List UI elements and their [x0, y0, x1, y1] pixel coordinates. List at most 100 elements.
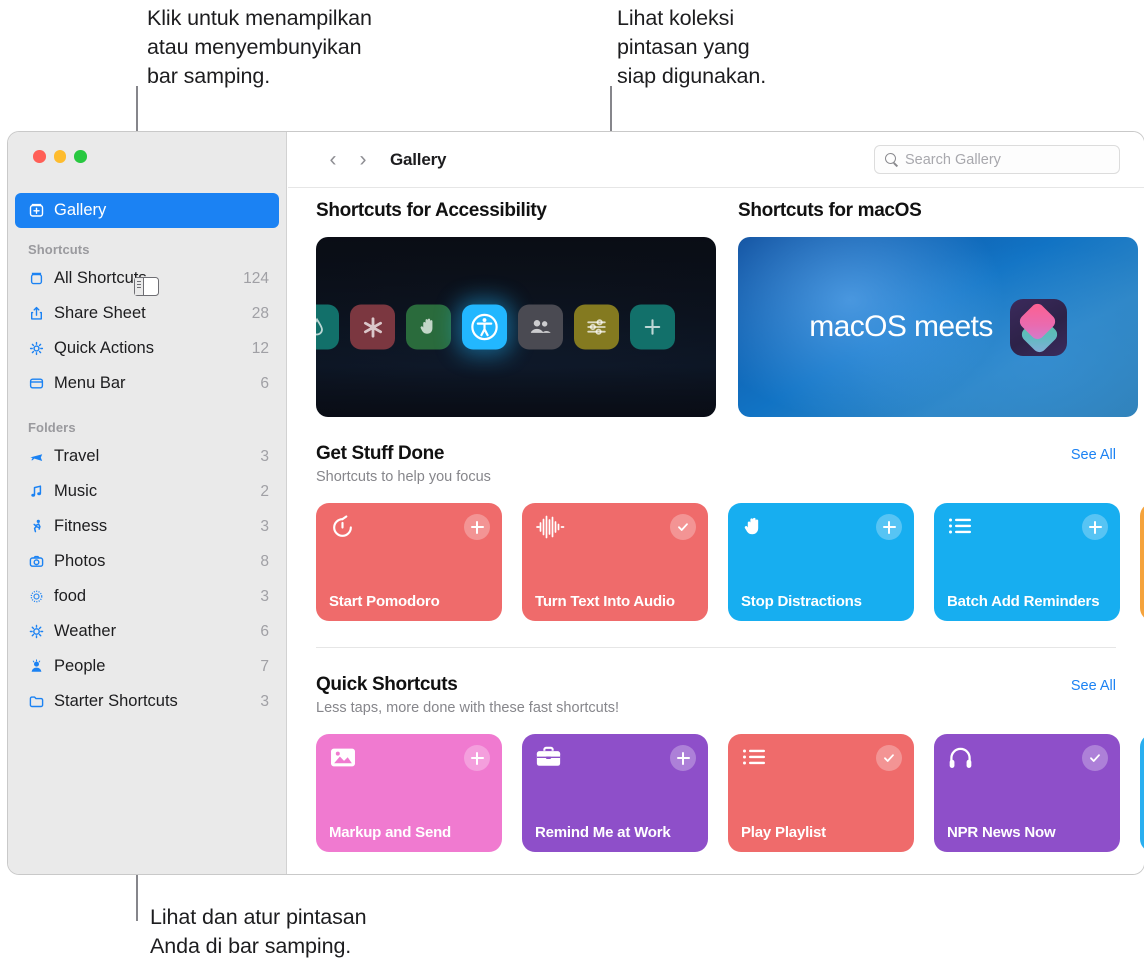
shortcut-card-partial[interactable] [1140, 734, 1144, 852]
card-row: Markup and Send Remind Me at Work Play P… [316, 734, 1144, 852]
shortcut-card-markup-and-send[interactable]: Markup and Send [316, 734, 502, 852]
share-icon [28, 305, 54, 322]
search-field[interactable] [874, 145, 1120, 174]
add-badge[interactable] [464, 745, 490, 771]
people-icon [518, 304, 563, 350]
sidebar-item-label: People [54, 657, 106, 675]
page-title: Gallery [390, 149, 447, 169]
gallery-scroll-area[interactable]: Shortcuts for Accessibility Shortcuts fo… [288, 200, 1144, 874]
add-badge[interactable] [876, 514, 902, 540]
folder-icon [28, 693, 54, 710]
sidebar-item-count: 2 [260, 482, 269, 500]
close-button[interactable] [33, 150, 46, 163]
sidebar-toggle-pane [135, 278, 144, 295]
sidebar-item-count: 6 [260, 622, 269, 640]
sidebar-item-photos[interactable]: Photos 8 [15, 544, 279, 579]
search-input[interactable] [905, 151, 1105, 168]
callout-gallery: Lihat koleksi pintasan yang siap digunak… [617, 6, 767, 88]
banner-row: Shortcuts for Accessibility Shortcuts fo… [288, 200, 1144, 417]
sidebar-item-people[interactable]: People 7 [15, 649, 279, 684]
waveform-icon [535, 515, 565, 544]
sidebar-section-title-folders: Folders [28, 420, 76, 435]
sidebar-item-music[interactable]: Music 2 [15, 474, 279, 509]
stack-icon [28, 270, 54, 287]
sidebar-item-menu-bar[interactable]: Menu Bar 6 [15, 366, 279, 401]
sidebar-item-label: Quick Actions [54, 339, 154, 357]
toolbar: ‹ › Gallery [288, 132, 1144, 188]
chevron-left-icon[interactable]: ‹ [318, 148, 348, 172]
section-subtitle: Shortcuts to help you focus [316, 469, 491, 485]
chevron-right-icon[interactable]: › [348, 148, 378, 172]
sidebar-item-starter-shortcuts[interactable]: Starter Shortcuts 3 [15, 684, 279, 719]
sidebar-item-count: 3 [260, 587, 269, 605]
shortcut-card-npr-news-now[interactable]: NPR News Now [934, 734, 1120, 852]
sidebar-item-gallery[interactable]: Gallery [15, 193, 279, 228]
drop-icon [316, 304, 339, 350]
callout-sidebar-manage: Lihat dan atur pintasan Anda di bar samp… [150, 905, 367, 958]
card-row: Start Pomodoro Turn Text Into Audio Stop… [316, 503, 1144, 621]
leader-line-sidebar [136, 873, 138, 921]
add-badge[interactable] [1082, 514, 1108, 540]
added-badge[interactable] [1082, 745, 1108, 771]
search-icon [884, 152, 899, 167]
card-title: Start Pomodoro [329, 593, 440, 610]
sidebar-item-label: Fitness [54, 517, 108, 535]
sidebar-item-label: food [54, 587, 87, 605]
sidebar-item-label: Starter Shortcuts [54, 692, 178, 710]
shortcut-card-partial[interactable] [1140, 503, 1144, 621]
zoom-button[interactable] [74, 150, 87, 163]
photo-icon [329, 748, 357, 774]
sidebar-item-count: 124 [243, 269, 269, 287]
traffic-lights [33, 150, 87, 163]
add-badge[interactable] [464, 514, 490, 540]
minimize-button[interactable] [53, 150, 66, 163]
sidebar-item-travel[interactable]: Travel 3 [15, 439, 279, 474]
banner-image-accessibility[interactable] [316, 237, 716, 417]
banner-accessibility[interactable]: Shortcuts for Accessibility [316, 200, 716, 417]
gear-icon [28, 340, 54, 357]
sidebar-item-label: Menu Bar [54, 374, 126, 392]
sidebar-toggle-icon[interactable] [134, 277, 159, 296]
sliders-icon [574, 304, 619, 350]
added-badge[interactable] [876, 745, 902, 771]
banner-image-macos[interactable]: macOS meets [738, 237, 1138, 417]
camera-icon [28, 553, 54, 570]
sidebar-item-quick-actions[interactable]: Quick Actions 12 [15, 331, 279, 366]
add-badge[interactable] [670, 745, 696, 771]
airplane-icon [28, 448, 54, 465]
see-all-link[interactable]: See All [1071, 678, 1116, 694]
sidebar-item-weather[interactable]: Weather 6 [15, 614, 279, 649]
headphones-icon [947, 747, 974, 775]
card-title: Play Playlist [741, 824, 826, 841]
sun-icon [28, 623, 54, 640]
briefcase-icon [535, 746, 562, 774]
card-title: Markup and Send [329, 824, 452, 841]
sidebar-item-count: 7 [260, 657, 269, 675]
content-area: ‹ › Gallery Shortcuts for Accessibility [288, 132, 1144, 874]
section-title: Quick Shortcuts [316, 674, 458, 695]
person-icon [28, 658, 54, 675]
shortcut-card-start-pomodoro[interactable]: Start Pomodoro [316, 503, 502, 621]
sidebar-item-food[interactable]: food 3 [15, 579, 279, 614]
sidebar-item-share-sheet[interactable]: Share Sheet 28 [15, 296, 279, 331]
callout-sidebar-toggle: Klik untuk menampilkan atau menyembunyik… [147, 6, 372, 88]
section-header: Get Stuff Done Shortcuts to help you foc… [316, 443, 1116, 485]
asterisk-icon [350, 304, 395, 350]
shortcuts-window: Gallery Shortcuts All Shortcuts 124 Shar… [8, 132, 1144, 874]
sidebar-item-fitness[interactable]: Fitness 3 [15, 509, 279, 544]
see-all-link[interactable]: See All [1071, 447, 1116, 463]
shortcut-card-remind-me-at-work[interactable]: Remind Me at Work [522, 734, 708, 852]
shortcut-card-batch-add-reminders[interactable]: Batch Add Reminders [934, 503, 1120, 621]
sidebar-item-label: Travel [54, 447, 100, 465]
shortcut-card-play-playlist[interactable]: Play Playlist [728, 734, 914, 852]
added-badge[interactable] [670, 514, 696, 540]
sidebar-item-count: 3 [260, 447, 269, 465]
banner-title: Shortcuts for macOS [738, 200, 922, 221]
card-title: Turn Text Into Audio [535, 593, 675, 610]
shortcut-card-turn-text-into-audio[interactable]: Turn Text Into Audio [522, 503, 708, 621]
banner-macos[interactable]: Shortcuts for macOS macOS meets [738, 200, 1138, 417]
shortcut-card-stop-distractions[interactable]: Stop Distractions [728, 503, 914, 621]
timer-icon [329, 515, 356, 545]
accessibility-icon-strip [316, 304, 716, 350]
sidebar-item-label: Share Sheet [54, 304, 146, 322]
